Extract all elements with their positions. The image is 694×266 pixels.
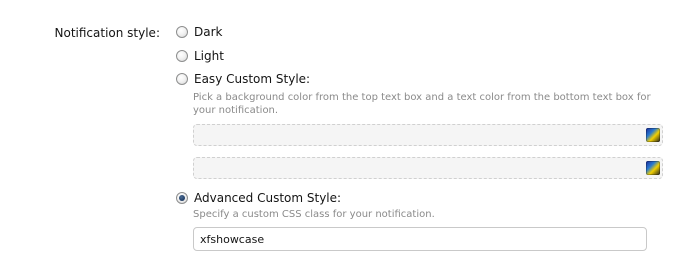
option-advanced-custom-style-label: Advanced Custom Style: <box>194 191 342 205</box>
easy-custom-style-hint: Pick a background color from the top tex… <box>193 92 651 116</box>
background-color-field[interactable] <box>193 124 663 146</box>
option-easy-custom-style-label: Easy Custom Style: <box>194 72 311 86</box>
option-light[interactable]: Light <box>176 48 224 64</box>
color-picker-icon[interactable] <box>646 128 660 142</box>
option-easy-custom-style[interactable]: Easy Custom Style: <box>176 71 310 87</box>
radio-light[interactable] <box>176 50 188 62</box>
notification-style-row: Notification style: Dark Light Easy Cust… <box>0 0 694 266</box>
option-light-label: Light <box>194 49 224 63</box>
custom-css-class-input[interactable] <box>193 227 647 251</box>
radio-advanced-custom-style[interactable] <box>176 192 188 204</box>
option-advanced-custom-style[interactable]: Advanced Custom Style: <box>176 190 341 206</box>
radio-easy-custom-style[interactable] <box>176 73 188 85</box>
option-dark[interactable]: Dark <box>176 24 222 40</box>
color-picker-icon[interactable] <box>646 161 660 175</box>
option-dark-label: Dark <box>194 25 223 39</box>
radio-dark[interactable] <box>176 26 188 38</box>
notification-style-label: Notification style: <box>54 26 161 40</box>
text-color-field[interactable] <box>193 157 663 179</box>
advanced-custom-style-hint: Specify a custom CSS class for your noti… <box>193 209 435 220</box>
